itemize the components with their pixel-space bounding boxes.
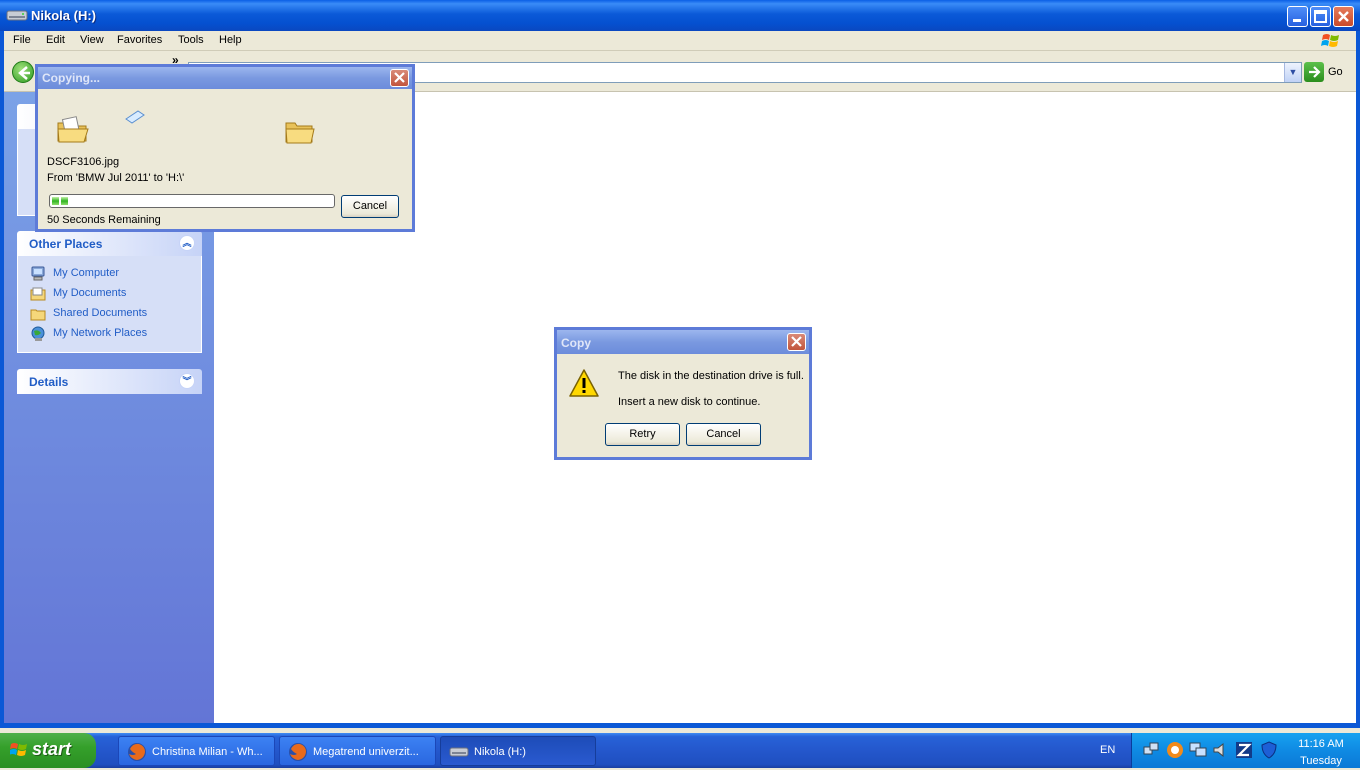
close-button[interactable]	[1333, 6, 1354, 27]
windows-logo-icon	[1321, 34, 1339, 47]
copy-error-close-button[interactable]	[787, 333, 806, 351]
windows-start-icon	[10, 743, 27, 756]
back-button[interactable]	[12, 61, 34, 83]
monitor-tray-icon[interactable]	[1189, 741, 1207, 759]
start-button[interactable]: start	[0, 733, 96, 768]
collapse-chevron-icon[interactable]: ︽	[179, 235, 195, 251]
orange-app-tray-icon[interactable]	[1166, 741, 1184, 759]
menu-tools[interactable]: Tools	[178, 34, 204, 46]
clock[interactable]: 11:16 AM Tuesday	[1288, 736, 1354, 770]
place-label[interactable]: My Documents	[53, 287, 126, 299]
menu-help[interactable]: Help	[219, 34, 242, 46]
zonealarm-tray-icon[interactable]	[1235, 741, 1253, 759]
copy-error-dialog: Copy The disk in the destination drive i…	[554, 327, 812, 460]
copying-dialog: Copying... DSCF3106.jpg From 'BMW Jul 20…	[35, 64, 415, 232]
start-label: start	[32, 739, 72, 759]
taskbar-task-label: Megatrend univerzit...	[313, 746, 419, 758]
other-places-title: Other Places	[29, 237, 103, 251]
source-folder-icon	[57, 116, 89, 143]
my-computer-icon	[31, 266, 45, 281]
progress-segment	[52, 197, 59, 205]
taskbar-task-label: Nikola (H:)	[474, 746, 526, 758]
other-places-panel: Other Places ︽ My Computer My Documents …	[17, 231, 202, 353]
maximize-button[interactable]	[1310, 6, 1331, 27]
window-border-bottom	[0, 723, 1360, 728]
close-icon	[1338, 11, 1349, 22]
menu-bar: File Edit View Favorites Tools Help	[4, 31, 1356, 51]
menu-favorites[interactable]: Favorites	[117, 34, 162, 46]
taskbar-task-label: Christina Milian - Wh...	[152, 746, 263, 758]
menu-edit[interactable]: Edit	[46, 34, 65, 46]
destination-folder-icon	[285, 122, 315, 144]
taskbar: start Christina Milian - Wh... Megatrend…	[0, 733, 1360, 768]
copy-error-title: Copy	[561, 336, 591, 350]
other-places-body: My Computer My Documents Shared Document…	[17, 256, 202, 353]
go-button[interactable]	[1304, 62, 1324, 82]
maximize-icon	[1314, 10, 1327, 23]
copy-error-cancel-button[interactable]: Cancel	[686, 423, 761, 446]
retry-button[interactable]: Retry	[605, 423, 680, 446]
expand-chevron-icon[interactable]: ︾	[179, 373, 195, 389]
copy-error-submessage: Insert a new disk to continue.	[618, 396, 761, 408]
copy-error-titlebar[interactable]: Copy	[557, 330, 809, 354]
clock-day: Tuesday	[1300, 755, 1342, 767]
go-arrow-icon	[1309, 66, 1321, 78]
copying-dialog-titlebar[interactable]: Copying...	[38, 67, 412, 89]
window-border-right	[1356, 31, 1360, 728]
progress-segment	[61, 197, 68, 205]
place-label[interactable]: Shared Documents	[53, 307, 147, 319]
network-tray-icon[interactable]	[1142, 741, 1160, 759]
drive-icon	[449, 747, 469, 757]
copying-dialog-close-button[interactable]	[390, 69, 409, 87]
back-arrow-icon	[18, 66, 30, 80]
place-my-documents[interactable]: My Documents	[18, 284, 201, 304]
warning-icon	[569, 369, 599, 397]
place-my-computer[interactable]: My Computer	[18, 264, 201, 284]
time-remaining: 50 Seconds Remaining	[47, 214, 161, 226]
place-label[interactable]: My Computer	[53, 267, 119, 279]
close-icon	[394, 72, 405, 83]
menu-view[interactable]: View	[80, 34, 104, 46]
network-places-icon	[31, 326, 45, 341]
place-my-network-places[interactable]: My Network Places	[18, 324, 201, 344]
address-dropdown-button[interactable]: ▼	[1284, 63, 1301, 82]
firefox-icon	[289, 743, 307, 761]
copying-cancel-button[interactable]: Cancel	[341, 195, 399, 218]
my-documents-icon	[30, 287, 46, 301]
window-title: Nikola (H:)	[31, 8, 96, 23]
copy-progress-bar	[49, 194, 335, 208]
window-border-left	[0, 31, 4, 728]
drive-icon	[6, 10, 28, 21]
firefox-icon	[128, 743, 146, 761]
minimize-button[interactable]	[1287, 6, 1308, 27]
copy-error-message: The disk in the destination drive is ful…	[618, 370, 804, 382]
shared-documents-icon	[30, 309, 46, 321]
close-icon	[791, 336, 802, 347]
copying-filename: DSCF3106.jpg	[47, 156, 120, 168]
speaker-tray-icon[interactable]	[1212, 741, 1230, 759]
minimize-icon	[1293, 19, 1301, 22]
copying-dialog-title: Copying...	[42, 71, 100, 85]
details-header[interactable]: Details ︾	[17, 369, 202, 394]
copying-from-to: From 'BMW Jul 2011' to 'H:\'	[47, 172, 185, 184]
security-shield-tray-icon[interactable]	[1260, 741, 1278, 759]
menu-file[interactable]: File	[13, 34, 31, 46]
other-places-header[interactable]: Other Places ︽	[17, 231, 202, 256]
details-title: Details	[29, 375, 69, 389]
clock-time: 11:16 AM	[1298, 738, 1344, 750]
go-label[interactable]: Go	[1328, 66, 1343, 78]
taskbar-task-firefox-1[interactable]: Christina Milian - Wh...	[118, 736, 275, 766]
details-panel: Details ︾	[17, 369, 202, 394]
window-titlebar[interactable]: Nikola (H:)	[0, 0, 1360, 31]
place-label[interactable]: My Network Places	[53, 327, 147, 339]
taskbar-task-explorer[interactable]: Nikola (H:)	[440, 736, 596, 766]
flying-paper-icon	[125, 110, 145, 124]
place-shared-documents[interactable]: Shared Documents	[18, 304, 201, 324]
taskbar-task-firefox-2[interactable]: Megatrend univerzit...	[279, 736, 436, 766]
copy-progress-fill	[52, 197, 332, 205]
language-indicator[interactable]: EN	[1100, 744, 1115, 756]
